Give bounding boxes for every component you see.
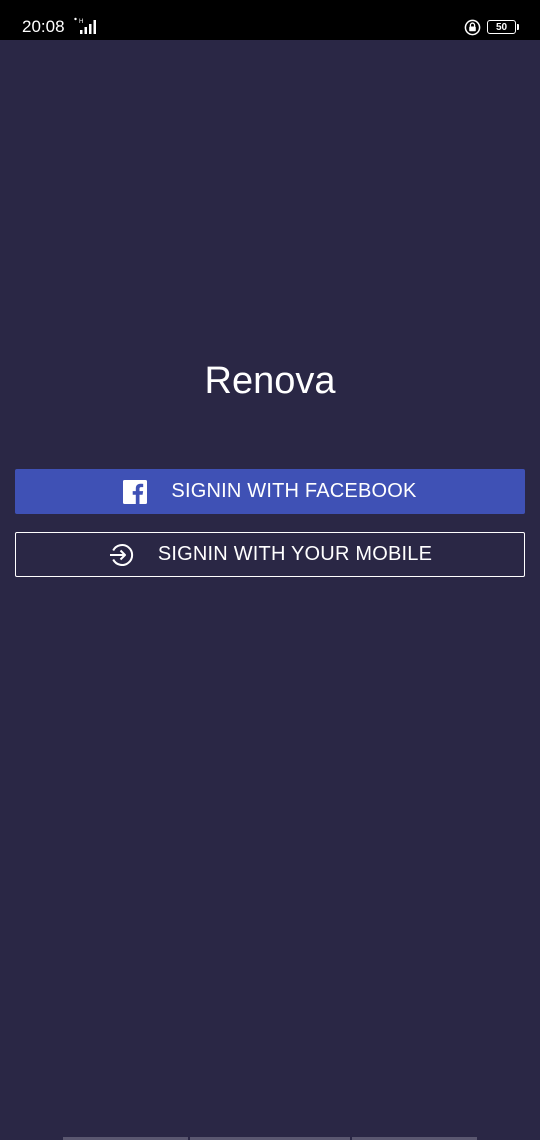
status-bar: 20:08 H 50 [0, 0, 540, 40]
signin-facebook-label: SIGNIN WITH FACEBOOK [171, 480, 417, 502]
signin-mobile-label: SIGNIN WITH YOUR MOBILE [157, 543, 433, 565]
status-icons: 50 [464, 17, 519, 37]
battery-level: 50 [495, 21, 508, 33]
signal-icon: H [74, 17, 96, 34]
app-title: Renova [204, 360, 336, 402]
lock-icon [464, 19, 481, 35]
battery-icon: 50 [487, 20, 519, 34]
sign-in-icon [108, 542, 134, 568]
signin-mobile-button[interactable]: SIGNIN WITH YOUR MOBILE [15, 532, 525, 577]
status-time: 20:08 [22, 17, 65, 36]
signin-facebook-button[interactable]: SIGNIN WITH FACEBOOK [15, 469, 525, 514]
facebook-icon [123, 479, 148, 504]
svg-text:H: H [79, 19, 83, 25]
